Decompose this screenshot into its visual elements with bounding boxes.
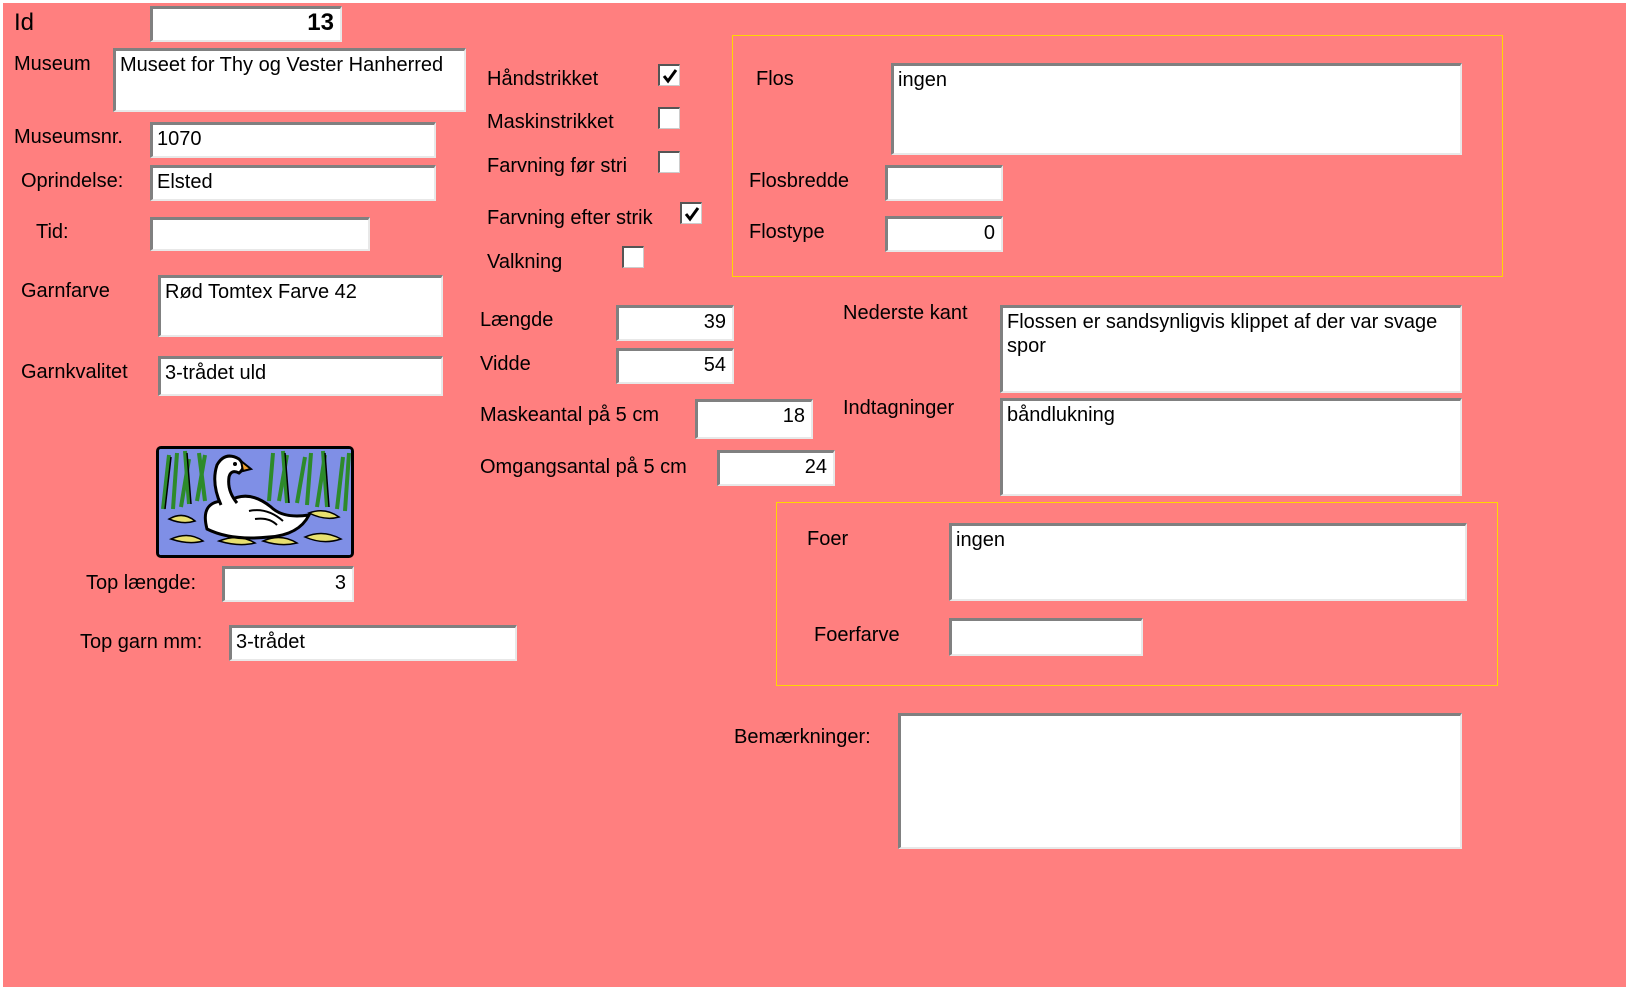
- garnfarve-label: Garnfarve: [21, 280, 110, 302]
- foer-field[interactable]: ingen: [949, 523, 1467, 601]
- garnfarve-field[interactable]: Rød Tomtex Farve 42: [158, 275, 443, 337]
- garnkvalitet-field[interactable]: 3-trådet uld: [158, 356, 443, 396]
- flosbredde-label: Flosbredde: [749, 170, 850, 192]
- flos-field[interactable]: ingen: [891, 63, 1462, 155]
- top-laengde-label: Top længde:: [86, 572, 197, 594]
- id-label: Id: [14, 9, 35, 36]
- flostype-label: Flostype: [749, 221, 825, 243]
- checkbox-haandstrikket[interactable]: [658, 64, 680, 86]
- foer-label: Foer: [807, 528, 849, 550]
- bemaerkninger-field[interactable]: [898, 713, 1462, 849]
- nederste-kant-field[interactable]: Flossen er sandsynligvis klippet af der …: [1000, 305, 1462, 393]
- swan-icon: [156, 446, 354, 558]
- flos-label: Flos: [756, 68, 794, 90]
- foerfarve-field[interactable]: [949, 618, 1143, 656]
- garnkvalitet-label: Garnkvalitet: [21, 361, 128, 383]
- oprindelse-field[interactable]: Elsted: [150, 165, 436, 201]
- indtagninger-label: Indtagninger: [843, 397, 955, 419]
- museumsnr-label: Museumsnr.: [14, 126, 123, 148]
- omgangsantal-label: Omgangsantal på 5 cm: [480, 456, 687, 478]
- tid-label: Tid:: [36, 221, 69, 243]
- id-field[interactable]: 13: [150, 6, 342, 42]
- museumsnr-field[interactable]: 1070: [150, 122, 436, 158]
- museum-field[interactable]: Museet for Thy og Vester Hanherred: [113, 48, 466, 112]
- checkbox-maskinstrikket[interactable]: [658, 107, 680, 129]
- indtagninger-field[interactable]: båndlukning: [1000, 398, 1462, 496]
- flosbredde-field[interactable]: [885, 165, 1003, 201]
- checkbox-valkning[interactable]: [622, 246, 644, 268]
- flostype-field[interactable]: 0: [885, 216, 1003, 252]
- top-garn-field[interactable]: 3-trådet: [229, 625, 517, 661]
- top-garn-label: Top garn mm:: [80, 631, 203, 653]
- top-laengde-field[interactable]: 3: [222, 566, 354, 602]
- laengde-field[interactable]: 39: [616, 305, 734, 341]
- tid-field[interactable]: [150, 217, 370, 251]
- vidde-field[interactable]: 54: [616, 348, 734, 384]
- record-form: Id 13 Museum Museet for Thy og Vester Ha…: [3, 3, 1626, 987]
- vidde-label: Vidde: [480, 353, 531, 375]
- museum-label: Museum: [14, 53, 91, 75]
- checkbox-farvning-foer[interactable]: [658, 151, 680, 173]
- checkbox-label-haandstrikket: Håndstrikket: [487, 68, 599, 90]
- bemaerkninger-label: Bemærkninger:: [734, 726, 871, 748]
- laengde-label: Længde: [480, 309, 554, 331]
- omgangsantal-field[interactable]: 24: [717, 450, 835, 486]
- checkbox-label-valkning: Valkning: [487, 251, 563, 273]
- maskeantal-label: Maskeantal på 5 cm: [480, 404, 659, 426]
- oprindelse-label: Oprindelse:: [21, 170, 124, 192]
- checkmark-icon: [684, 207, 700, 222]
- maskeantal-field[interactable]: 18: [695, 399, 813, 439]
- foerfarve-label: Foerfarve: [814, 624, 900, 646]
- checkmark-icon: [662, 69, 678, 84]
- checkbox-label-farvning-efter: Farvning efter strik: [487, 207, 653, 229]
- checkbox-label-maskinstrikket: Maskinstrikket: [487, 111, 614, 133]
- checkbox-farvning-efter[interactable]: [680, 202, 702, 224]
- nederste-kant-label: Nederste kant: [843, 302, 968, 324]
- checkbox-label-farvning-foer: Farvning før stri: [487, 155, 628, 177]
